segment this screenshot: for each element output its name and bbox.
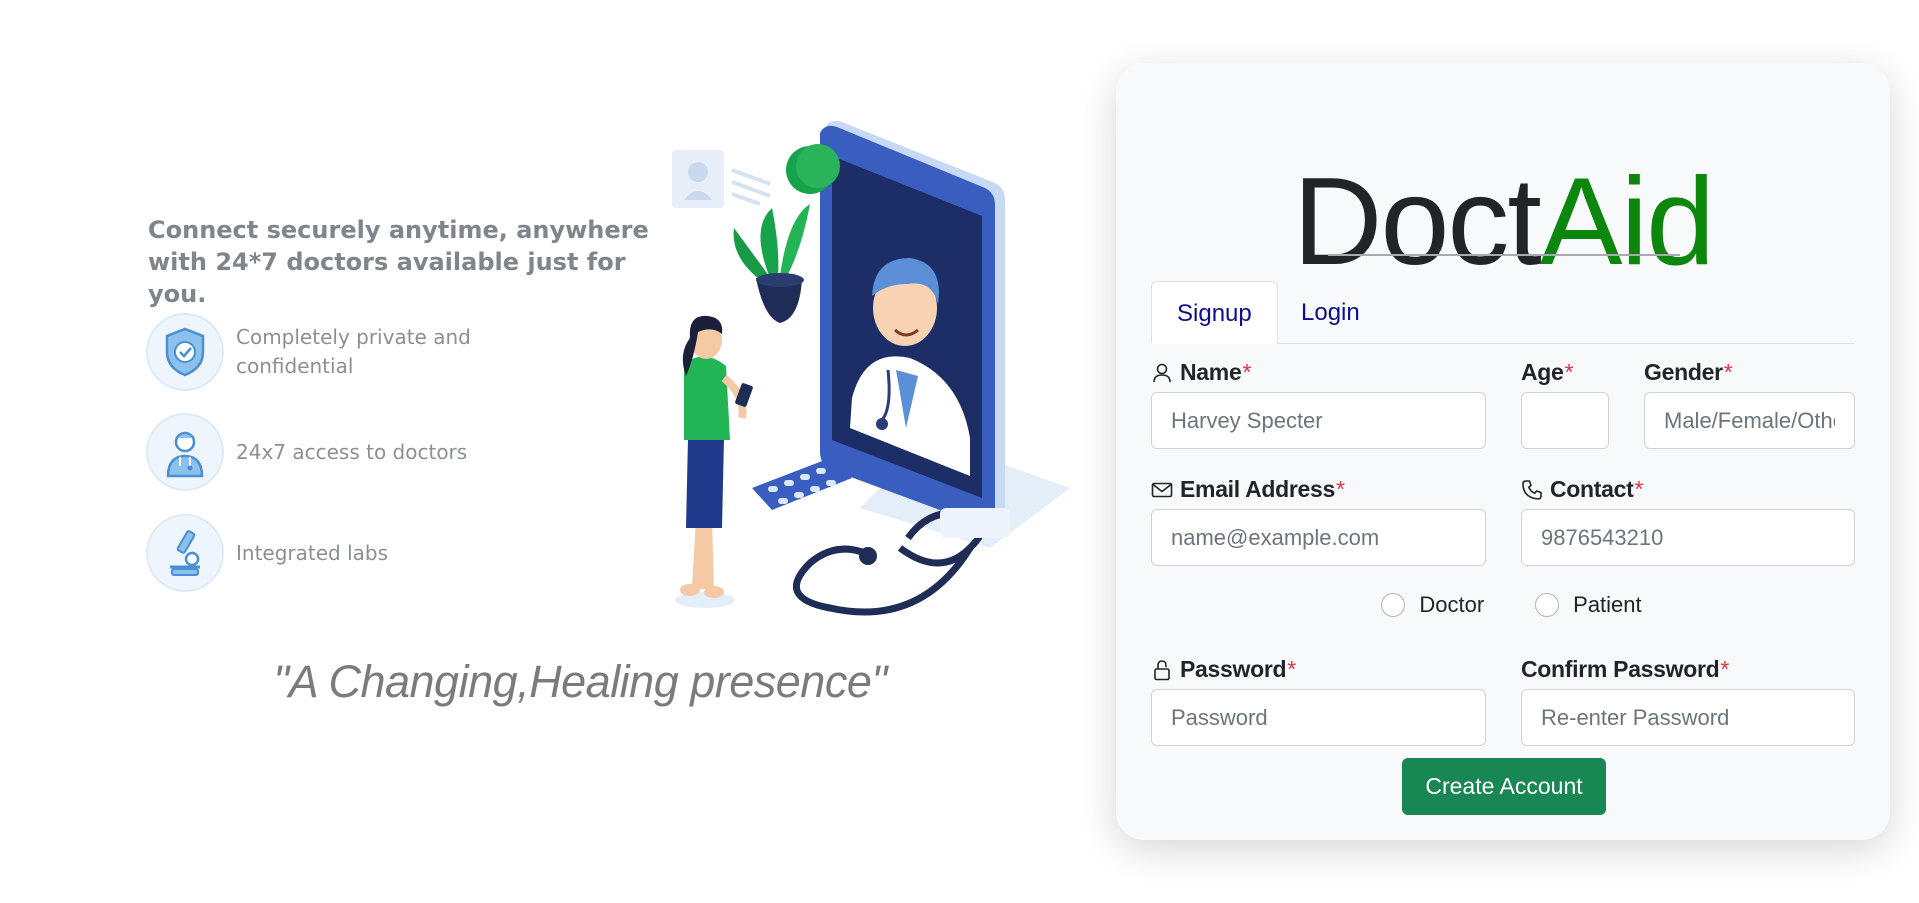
hero-section: Connect securely anytime, anywhere with … (0, 0, 1110, 903)
name-label: Name * (1151, 359, 1251, 386)
age-input[interactable] (1521, 392, 1609, 449)
tab-login[interactable]: Login (1276, 281, 1385, 344)
feature-item-private: Completely private and confidential (146, 313, 496, 391)
role-radio-group: Doctor Patient (1116, 592, 1890, 618)
hero-heading: Connect securely anytime, anywhere with … (148, 216, 649, 308)
feature-text: 24x7 access to doctors (236, 439, 468, 464)
contact-input[interactable] (1521, 509, 1855, 566)
name-input[interactable] (1151, 392, 1486, 449)
phone-icon (1521, 479, 1543, 501)
password-label-text: Password (1180, 656, 1287, 682)
auth-tabs: Signup Login (1151, 281, 1855, 344)
email-label-text: Email Address (1180, 476, 1336, 502)
tab-signup[interactable]: Signup (1151, 281, 1278, 344)
name-label-text: Name (1180, 359, 1242, 385)
radio-circle[interactable] (1381, 593, 1406, 617)
password-input[interactable] (1151, 689, 1486, 746)
required-mark: * (1287, 656, 1296, 682)
feature-text: Integrated labs (236, 540, 389, 565)
password-label: Password * (1151, 656, 1296, 683)
gender-label-text: Gender (1644, 359, 1723, 385)
brand-part-doct: Doct (1292, 153, 1542, 291)
email-label: Email Address * (1151, 476, 1345, 503)
shield-check-icon (146, 313, 224, 391)
age-label: Age * (1521, 359, 1574, 386)
radio-doctor-label: Doctor (1419, 592, 1485, 617)
feature-item-access: 24x7 access to doctors (146, 413, 496, 491)
required-mark: * (1336, 476, 1345, 502)
microscope-icon (146, 514, 224, 592)
brand-logo: DoctAid (1116, 147, 1890, 297)
brand-part-aid: Aid (1539, 153, 1715, 291)
contact-label: Contact * (1521, 476, 1643, 503)
confirm-password-input[interactable] (1521, 689, 1855, 746)
create-account-button[interactable]: Create Account (1402, 758, 1606, 815)
brand-divider (1328, 254, 1680, 256)
radio-circle[interactable] (1535, 593, 1560, 617)
required-mark: * (1242, 359, 1252, 385)
radio-patient-label: Patient (1573, 592, 1642, 617)
required-mark: * (1634, 476, 1644, 502)
confirm-password-label: Confirm Password * (1521, 656, 1729, 683)
confirm-password-label-text: Confirm Password (1521, 656, 1720, 682)
telemedicine-illustration (672, 120, 1070, 616)
gender-input[interactable] (1644, 392, 1855, 449)
lock-icon (1151, 659, 1173, 681)
doctor-icon (146, 413, 224, 491)
tagline: "A Changing,Healing presence" (273, 656, 887, 707)
gender-label: Gender * (1644, 359, 1733, 386)
feature-text: Completely private and confidential (236, 325, 471, 378)
radio-doctor[interactable]: Doctor (1381, 592, 1484, 618)
envelope-icon (1151, 479, 1173, 501)
age-label-text: Age (1521, 359, 1564, 385)
feature-item-labs: Integrated labs (146, 514, 496, 592)
required-mark: * (1720, 656, 1730, 682)
signup-card: DoctAid Signup Login Name* Age* Gender* … (1116, 63, 1890, 840)
person-icon (1151, 362, 1173, 384)
email-input[interactable] (1151, 509, 1486, 566)
required-mark: * (1564, 359, 1574, 385)
required-mark: * (1723, 359, 1733, 385)
contact-label-text: Contact (1550, 476, 1634, 502)
radio-patient[interactable]: Patient (1535, 592, 1642, 618)
